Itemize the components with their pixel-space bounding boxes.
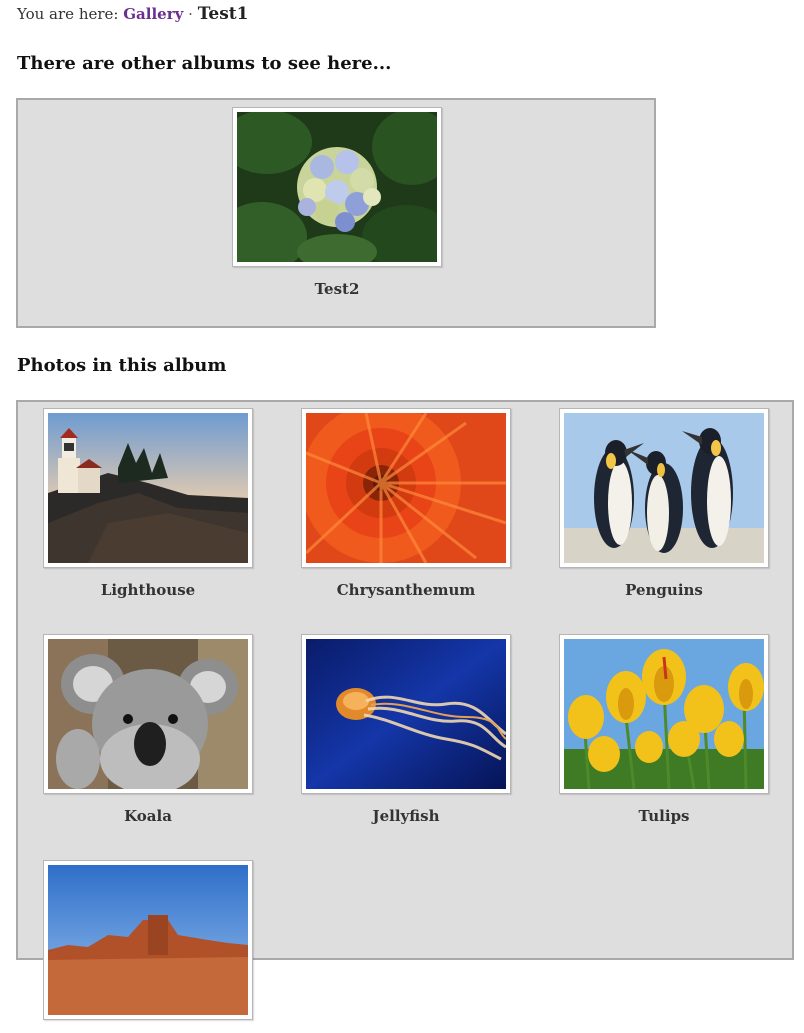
chrysanthemum-image bbox=[306, 413, 506, 563]
photo-thumb-label: Penguins bbox=[625, 581, 703, 599]
breadcrumb: You are here: Gallery · Test1 bbox=[17, 4, 248, 24]
photos-heading: Photos in this album bbox=[17, 355, 227, 376]
penguins-image bbox=[564, 413, 764, 563]
photo-thumb-penguins[interactable]: Penguins bbox=[559, 408, 769, 599]
album-thumb-test2[interactable]: Test2 bbox=[232, 107, 442, 298]
photo-thumb-jellyfish[interactable]: Jellyfish bbox=[301, 634, 511, 825]
breadcrumb-current: Test1 bbox=[197, 4, 249, 24]
photo-thumb-label: Chrysanthemum bbox=[336, 581, 476, 599]
photo-thumb-frame bbox=[301, 408, 511, 568]
lighthouse-image bbox=[48, 413, 248, 563]
desert-image bbox=[48, 865, 248, 1015]
jellyfish-image bbox=[306, 639, 506, 789]
other-albums-panel: Test2 bbox=[16, 98, 656, 328]
breadcrumb-prefix: You are here: bbox=[17, 5, 119, 23]
photos-panel: Lighthouse Chrysanthemum Penguins Koala … bbox=[16, 400, 794, 1020]
photo-thumb-label: Koala bbox=[124, 807, 172, 825]
photo-thumb-frame bbox=[559, 634, 769, 794]
photo-thumb-frame bbox=[43, 860, 253, 1020]
photo-thumb-frame bbox=[43, 408, 253, 568]
photo-thumb-label: Jellyfish bbox=[372, 807, 440, 825]
photo-thumb-frame bbox=[301, 634, 511, 794]
breadcrumb-separator: · bbox=[188, 5, 193, 23]
other-albums-heading: There are other albums to see here... bbox=[17, 53, 392, 74]
photo-thumb-label: Lighthouse bbox=[100, 581, 196, 599]
photo-thumb-tulips[interactable]: Tulips bbox=[559, 634, 769, 825]
photo-thumb-chrysanthemum[interactable]: Chrysanthemum bbox=[301, 408, 511, 599]
photo-thumb-frame bbox=[43, 634, 253, 794]
photo-thumb-lighthouse[interactable]: Lighthouse bbox=[43, 408, 253, 599]
album-thumb-frame bbox=[232, 107, 442, 267]
photo-thumb-koala[interactable]: Koala bbox=[43, 634, 253, 825]
tulips-image bbox=[564, 639, 764, 789]
photo-thumb-desert[interactable] bbox=[43, 860, 253, 1033]
hydrangea-image bbox=[237, 112, 437, 262]
album-thumb-label: Test2 bbox=[314, 280, 360, 298]
breadcrumb-gallery-link[interactable]: Gallery bbox=[123, 5, 183, 23]
koala-image bbox=[48, 639, 248, 789]
photo-thumb-frame bbox=[559, 408, 769, 568]
photo-thumb-label: Tulips bbox=[638, 807, 690, 825]
